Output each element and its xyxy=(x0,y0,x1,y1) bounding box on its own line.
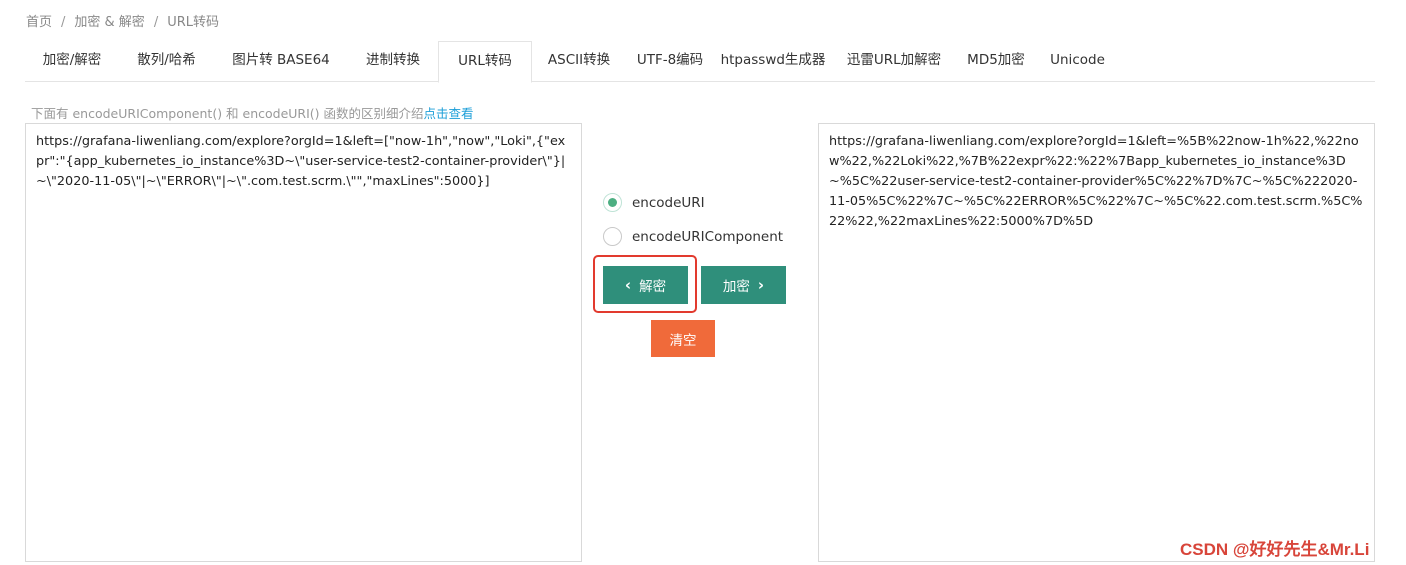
encode-button[interactable]: 加密 › xyxy=(701,266,786,304)
function-hint: 下面有 encodeURIComponent() 和 encodeURI() 函… xyxy=(31,103,474,122)
chevron-left-icon: ‹ xyxy=(624,276,632,294)
tab-thunder-url[interactable]: 迅雷URL加解密 xyxy=(832,41,956,82)
breadcrumb-home[interactable]: 首页 xyxy=(26,15,52,30)
option-encodeuricomponent[interactable]: encodeURIComponent xyxy=(603,227,783,246)
tab-image-base64[interactable]: 图片转 BASE64 xyxy=(214,41,348,82)
option-encodeuri-label: encodeURI xyxy=(632,194,705,211)
chevron-right-icon: › xyxy=(757,276,765,294)
clear-button-label: 清空 xyxy=(669,332,697,349)
tab-htpasswd[interactable]: htpasswd生成器 xyxy=(714,41,832,82)
breadcrumb-crypto[interactable]: 加密 & 解密 xyxy=(74,15,144,30)
output-textarea[interactable]: https://grafana-liwenliang.com/explore?o… xyxy=(818,123,1375,562)
tab-utf8[interactable]: UTF-8编码 xyxy=(626,41,714,82)
tab-md5[interactable]: MD5加密 xyxy=(956,41,1036,82)
breadcrumb-separator: / xyxy=(153,15,159,30)
input-textarea[interactable]: https://grafana-liwenliang.com/explore?o… xyxy=(25,123,582,562)
option-encodeuri[interactable]: encodeURI xyxy=(603,193,705,212)
breadcrumb: 首页 / 加密 & 解密 / URL转码 xyxy=(26,11,219,30)
decode-button-label: 解密 xyxy=(639,279,667,295)
tool-tabs: 加密/解密 散列/哈希 图片转 BASE64 进制转换 URL转码 ASCII转… xyxy=(25,41,1375,83)
tab-ascii[interactable]: ASCII转换 xyxy=(532,41,626,82)
tab-unicode[interactable]: Unicode xyxy=(1036,41,1119,82)
breadcrumb-separator: / xyxy=(61,15,66,30)
option-encodeuricomponent-label: encodeURIComponent xyxy=(632,228,784,245)
radio-checked-icon[interactable] xyxy=(603,193,622,212)
encode-button-label: 加密 xyxy=(722,279,750,295)
tab-radix-convert[interactable]: 进制转换 xyxy=(348,41,438,82)
breadcrumb-current: URL转码 xyxy=(167,15,219,30)
tab-hash[interactable]: 散列/哈希 xyxy=(119,41,214,82)
csdn-watermark: CSDN @好好先生&Mr.Li xyxy=(1180,540,1370,559)
radio-unchecked-icon[interactable] xyxy=(603,227,622,246)
clear-button[interactable]: 清空 xyxy=(651,320,715,357)
tab-encrypt-decrypt[interactable]: 加密/解密 xyxy=(25,41,119,82)
decode-button[interactable]: ‹ 解密 xyxy=(603,266,688,304)
hint-text: 下面有 encodeURIComponent() 和 encodeURI() 函… xyxy=(31,106,424,121)
tab-url-encode[interactable]: URL转码 xyxy=(438,41,532,83)
hint-link[interactable]: 点击查看 xyxy=(424,106,474,121)
